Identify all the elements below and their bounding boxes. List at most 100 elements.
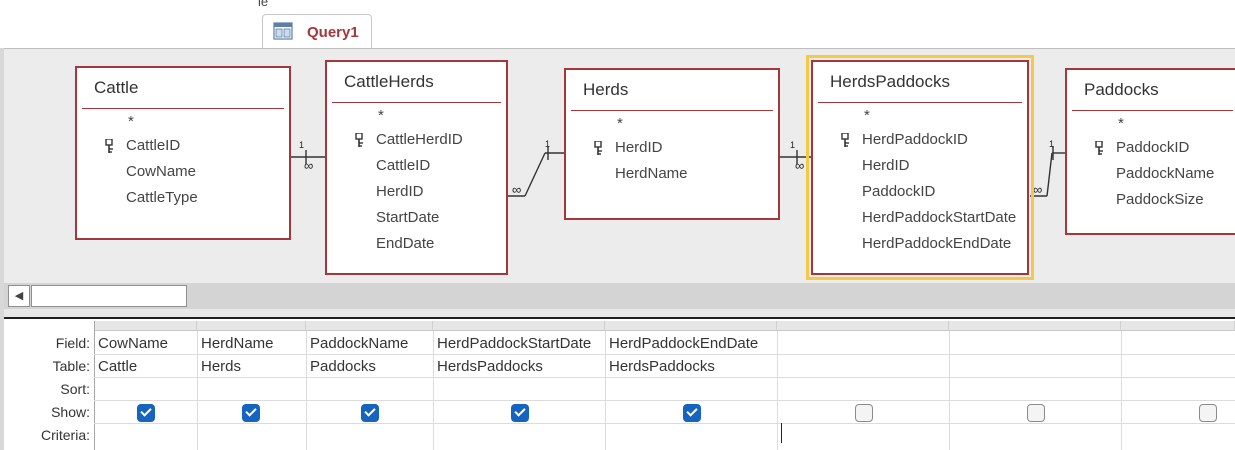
scrollbar-thumb[interactable] bbox=[31, 285, 187, 307]
field-list[interactable]: * HerdID HerdName bbox=[566, 111, 778, 187]
field-item[interactable]: PaddockName bbox=[1067, 161, 1235, 187]
grid-line bbox=[94, 354, 1235, 355]
table-box-cattle[interactable]: Cattle * CattleID CowName CattleType bbox=[75, 66, 291, 240]
field-item[interactable]: HerdPaddockStartDate bbox=[813, 205, 1027, 231]
column-selector[interactable] bbox=[949, 321, 1121, 331]
field-item[interactable]: EndDate bbox=[327, 231, 506, 257]
row-label-sort: Sort: bbox=[60, 381, 90, 397]
field-item[interactable]: HerdID bbox=[566, 135, 778, 161]
grid-line bbox=[94, 423, 1235, 424]
table-box-paddocks[interactable]: Paddocks * PaddockID PaddockName Paddock… bbox=[1065, 68, 1235, 235]
field-all[interactable]: * bbox=[327, 105, 506, 127]
grid-line bbox=[94, 400, 1235, 401]
field-all[interactable]: * bbox=[1067, 113, 1235, 135]
field-list[interactable]: * CattleID CowName CattleType bbox=[77, 109, 289, 211]
field-list[interactable]: * CattleHerdID CattleID HerdID StartDate… bbox=[327, 103, 506, 257]
field-item[interactable]: CattleID bbox=[327, 153, 506, 179]
show-checkbox[interactable] bbox=[242, 404, 260, 422]
table-title[interactable]: Paddocks bbox=[1067, 70, 1235, 102]
field-all[interactable]: * bbox=[813, 105, 1027, 127]
key-icon bbox=[105, 139, 113, 153]
field-item[interactable]: PaddockID bbox=[813, 179, 1027, 205]
table-box-herds[interactable]: Herds * HerdID HerdName bbox=[564, 68, 780, 220]
show-checkbox[interactable] bbox=[511, 404, 529, 422]
column-selector[interactable] bbox=[777, 321, 949, 331]
grid-field-cell[interactable]: HerdName bbox=[201, 335, 274, 352]
grid-line bbox=[433, 331, 434, 450]
pane-splitter[interactable] bbox=[4, 309, 1235, 319]
grid-field-cell[interactable]: HerdPaddockEndDate bbox=[609, 335, 758, 352]
table-title[interactable]: Herds bbox=[566, 70, 778, 102]
column-selector[interactable] bbox=[94, 321, 197, 331]
field-list[interactable]: * PaddockID PaddockName PaddockSize bbox=[1067, 111, 1235, 213]
field-item[interactable]: CattleHerdID bbox=[327, 127, 506, 153]
key-icon bbox=[1095, 141, 1103, 155]
field-all[interactable]: * bbox=[566, 113, 778, 135]
table-box-herdspaddocks[interactable]: HerdsPaddocks * HerdPaddockID HerdID Pad… bbox=[806, 55, 1034, 280]
table-title[interactable]: Cattle bbox=[77, 68, 289, 100]
grid-table-cell[interactable]: Cattle bbox=[98, 358, 137, 375]
field-item[interactable]: HerdID bbox=[813, 153, 1027, 179]
tab-label: Query1 bbox=[307, 24, 359, 41]
query-icon bbox=[273, 22, 293, 40]
key-icon bbox=[594, 141, 602, 155]
grid-line bbox=[605, 331, 606, 450]
grid-line bbox=[949, 331, 950, 450]
grid-field-cell[interactable]: PaddockName bbox=[310, 335, 408, 352]
key-icon bbox=[355, 133, 363, 147]
text-cursor bbox=[781, 423, 782, 443]
key-icon bbox=[841, 133, 849, 147]
field-name: HerdPaddockID bbox=[862, 131, 968, 148]
field-item[interactable]: CattleType bbox=[77, 185, 289, 211]
previous-tab-stub[interactable]: le bbox=[258, 0, 268, 9]
column-selector[interactable] bbox=[605, 321, 777, 331]
grid-line bbox=[94, 321, 95, 450]
row-label-criteria: Criteria: bbox=[40, 427, 90, 443]
column-selector[interactable] bbox=[197, 321, 306, 331]
field-item[interactable]: PaddockID bbox=[1067, 135, 1235, 161]
grid-line bbox=[94, 377, 1235, 378]
grid-field-cell[interactable]: HerdPaddockStartDate bbox=[437, 335, 591, 352]
grid-line bbox=[1121, 331, 1122, 450]
field-item[interactable]: PaddockSize bbox=[1067, 187, 1235, 213]
grid-field-cell[interactable]: CowName bbox=[98, 335, 168, 352]
show-checkbox[interactable] bbox=[361, 404, 379, 422]
grid-table-cell[interactable]: Herds bbox=[201, 358, 241, 375]
table-title[interactable]: HerdsPaddocks bbox=[813, 62, 1027, 94]
grid-table-cell[interactable]: Paddocks bbox=[310, 358, 376, 375]
field-list[interactable]: * HerdPaddockID HerdID PaddockID HerdPad… bbox=[813, 103, 1027, 257]
show-checkbox[interactable] bbox=[683, 404, 701, 422]
row-label-table: Table: bbox=[52, 358, 90, 374]
field-item[interactable]: HerdPaddockEndDate bbox=[813, 231, 1027, 257]
show-checkbox[interactable] bbox=[137, 404, 155, 422]
column-selector[interactable] bbox=[433, 321, 605, 331]
table-box-cattleherds[interactable]: CattleHerds * CattleHerdID CattleID Herd… bbox=[325, 60, 508, 275]
table-title[interactable]: CattleHerds bbox=[327, 62, 506, 94]
design-horizontal-scrollbar[interactable]: ◀ bbox=[4, 283, 1235, 309]
row-label-show: Show: bbox=[51, 404, 90, 420]
show-checkbox[interactable] bbox=[1199, 404, 1217, 422]
grid-table-cell[interactable]: HerdsPaddocks bbox=[609, 358, 715, 375]
document-tab-strip: le Query1 bbox=[0, 0, 1235, 49]
row-label-field: Field: bbox=[55, 335, 90, 351]
field-item[interactable]: CattleID bbox=[77, 133, 289, 159]
grid-table-cell[interactable]: HerdsPaddocks bbox=[437, 358, 543, 375]
field-item[interactable]: HerdPaddockID bbox=[813, 127, 1027, 153]
column-selector[interactable] bbox=[1121, 321, 1235, 331]
grid-line bbox=[777, 331, 778, 450]
field-name: PaddockID bbox=[1116, 139, 1190, 156]
field-all[interactable]: * bbox=[77, 111, 289, 133]
query-design-grid[interactable]: Field: Table: Sort: Show: Criteria: CowN… bbox=[4, 319, 1235, 450]
scroll-left-arrow-icon[interactable]: ◀ bbox=[8, 285, 30, 307]
field-item[interactable]: StartDate bbox=[327, 205, 506, 231]
show-checkbox[interactable] bbox=[855, 404, 873, 422]
field-item[interactable]: HerdID bbox=[327, 179, 506, 205]
field-name: CattleHerdID bbox=[376, 131, 463, 148]
field-name: CattleID bbox=[126, 137, 181, 154]
column-selector[interactable] bbox=[306, 321, 433, 331]
show-checkbox[interactable] bbox=[1027, 404, 1045, 422]
tab-query1[interactable]: Query1 bbox=[262, 14, 372, 49]
field-item[interactable]: HerdName bbox=[566, 161, 778, 187]
field-item[interactable]: CowName bbox=[77, 159, 289, 185]
grid-line bbox=[306, 331, 307, 450]
